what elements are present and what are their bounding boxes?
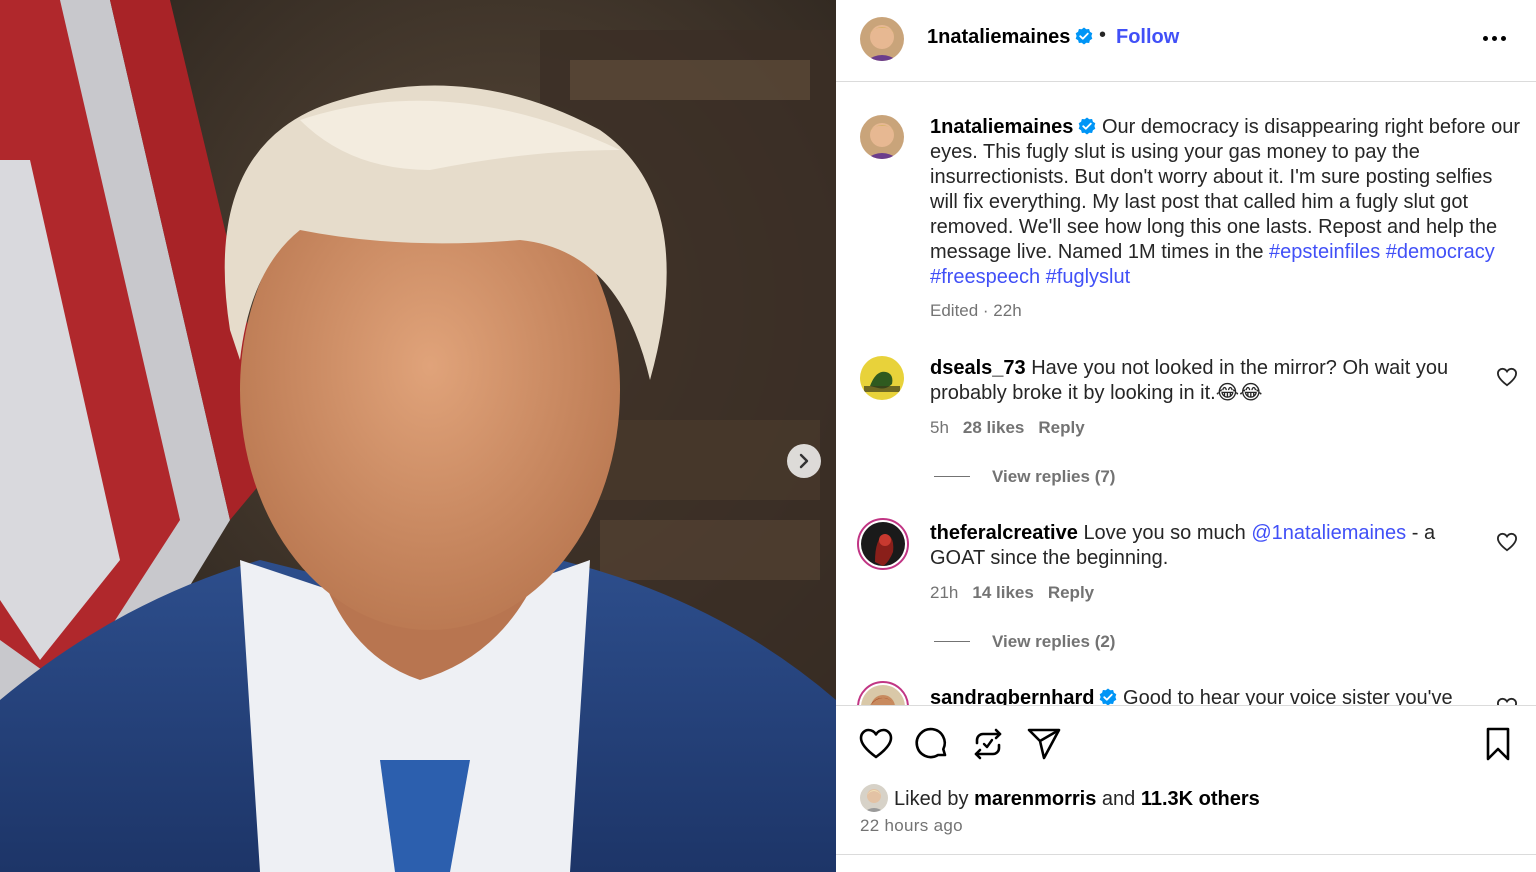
post-media — [0, 0, 836, 872]
share-icon[interactable] — [1026, 726, 1062, 762]
comment-body: dseals_73 Have you not looked in the mir… — [930, 356, 1470, 406]
hashtag-link[interactable]: #epsteinfiles — [1269, 241, 1380, 263]
comments-scroll-area[interactable]: 1nataliemaines Our democracy is disappea… — [836, 83, 1536, 705]
comment-likes[interactable]: 14 likes — [972, 583, 1033, 602]
caption-username[interactable]: 1nataliemaines — [930, 116, 1073, 138]
comment-body: theferalcreative Love you so much @1nata… — [930, 521, 1470, 571]
bookmark-icon[interactable] — [1480, 726, 1516, 762]
comment-icon[interactable] — [914, 726, 950, 762]
likes-summary: Liked by marenmorris and 11.3K others — [860, 784, 1260, 812]
post-detail-panel: 1nataliemaines • Follow 1nataliemaines O… — [836, 0, 1536, 872]
caption-author-avatar[interactable] — [860, 115, 904, 159]
comment-username[interactable]: theferalcreative — [930, 522, 1078, 544]
comment-like-icon[interactable] — [1496, 697, 1518, 705]
mention-link[interactable]: @1nataliemaines — [1251, 522, 1406, 544]
comment-time: 21h — [930, 583, 959, 602]
comment-username[interactable]: dseals_73 — [930, 357, 1026, 379]
comment-body: sandragbernhard Good to hear your voice … — [930, 686, 1470, 705]
post-photo — [0, 0, 836, 872]
header-separator: • — [1099, 24, 1107, 46]
chevron-right-icon — [799, 453, 809, 469]
repost-icon[interactable] — [970, 726, 1006, 762]
post-caption: 1nataliemaines Our democracy is disappea… — [930, 115, 1520, 290]
likes-count[interactable]: 11.3K others — [1141, 788, 1260, 810]
comment-like-icon[interactable] — [1496, 367, 1518, 387]
caption-meta: Edited · 22h — [930, 301, 1022, 320]
comment-username[interactable]: sandragbernhard — [930, 687, 1094, 705]
hashtag-link[interactable]: #democracy — [1386, 241, 1495, 263]
comment-like-icon[interactable] — [1496, 532, 1518, 552]
comment-meta: 21h 14 likes Reply — [930, 583, 1094, 603]
commenter-avatar[interactable] — [857, 518, 909, 570]
author-username[interactable]: 1nataliemaines — [927, 26, 1093, 49]
liker-avatar[interactable] — [860, 784, 888, 812]
comment-likes[interactable]: 28 likes — [963, 418, 1024, 437]
post-actions: Liked by marenmorris and 11.3K others 22… — [836, 705, 1536, 872]
reply-button[interactable]: Reply — [1048, 583, 1094, 602]
verified-badge-icon — [1100, 688, 1117, 705]
comment-text: Good to hear your voice sister you've — [1123, 687, 1453, 705]
author-username-text[interactable]: 1nataliemaines — [927, 26, 1070, 48]
post-header: 1nataliemaines • Follow — [836, 0, 1536, 82]
commenter-avatar[interactable] — [857, 681, 909, 705]
follow-button[interactable]: Follow — [1116, 26, 1179, 49]
verified-badge-icon — [1076, 27, 1093, 45]
view-replies-button[interactable]: View replies (7) — [934, 467, 1115, 487]
more-icon — [1483, 36, 1488, 41]
hashtag-link[interactable]: #fuglyslut — [1046, 266, 1131, 288]
more-options-button[interactable] — [1482, 34, 1510, 44]
post-timestamp[interactable]: 22 hours ago — [860, 816, 963, 836]
comment-meta: 5h 28 likes Reply — [930, 418, 1085, 438]
view-replies-button[interactable]: View replies (2) — [934, 632, 1115, 652]
verified-badge-icon — [1079, 117, 1096, 135]
liker-username[interactable]: marenmorris — [974, 788, 1096, 810]
comment-text: Love you so much — [1083, 522, 1246, 544]
divider — [836, 854, 1536, 855]
next-media-button[interactable] — [787, 444, 821, 478]
comment-time: 5h — [930, 418, 949, 437]
author-avatar[interactable] — [860, 17, 904, 61]
liked-by-label: Liked by — [894, 788, 969, 810]
commenter-avatar[interactable] — [860, 356, 904, 400]
heart-icon[interactable] — [858, 726, 894, 762]
hashtag-link[interactable]: #freespeech — [930, 266, 1040, 288]
avatar-image — [860, 17, 904, 61]
reply-button[interactable]: Reply — [1038, 418, 1084, 437]
